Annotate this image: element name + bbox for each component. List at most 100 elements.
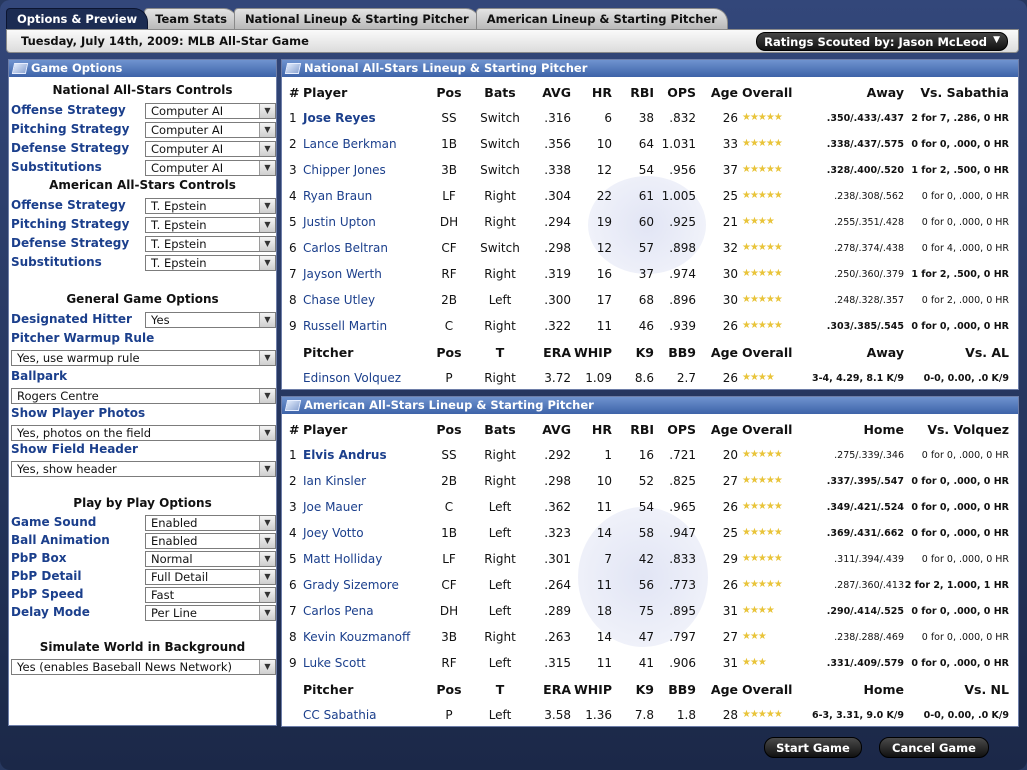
pbp-speed-dropdown[interactable]: Fast ▼ bbox=[145, 587, 276, 603]
al-player-hr: 1 bbox=[604, 448, 612, 462]
nl-player-age: 37 bbox=[722, 163, 738, 177]
nl-star-rating-icon: ★★★★★ bbox=[742, 242, 783, 253]
nl-player-name-link[interactable]: Ryan Braun bbox=[303, 189, 372, 203]
al-row-number: 3 bbox=[289, 500, 297, 514]
al-pitcher-vs: 0-0, 0.00, .0 K/9 bbox=[923, 710, 1009, 721]
chevron-down-icon: ▼ bbox=[993, 35, 1000, 45]
al-pitcher-name-link[interactable]: CC Sabathia bbox=[303, 708, 377, 722]
al-player-hr: 14 bbox=[596, 630, 612, 644]
chevron-down-icon: ▼ bbox=[259, 218, 275, 232]
game-options-panel: Game Options National All-Stars Controls… bbox=[8, 59, 277, 726]
al-star-rating-icon: ★★★★★ bbox=[742, 527, 783, 538]
nl-header-bats: Bats bbox=[484, 85, 516, 100]
game-sound-dropdown[interactable]: Enabled ▼ bbox=[145, 515, 276, 531]
nl-pitcher-name-link[interactable]: Edinson Volquez bbox=[303, 371, 401, 385]
national-defense-dropdown[interactable]: Computer AI ▼ bbox=[145, 141, 276, 157]
delay-mode-dropdown[interactable]: Per Line ▼ bbox=[145, 605, 276, 621]
al-player-name-link[interactable]: Kevin Kouzmanoff bbox=[303, 630, 410, 644]
warmup-rule-dropdown[interactable]: Yes, use warmup rule ▼ bbox=[11, 350, 276, 366]
nl-player-name-link[interactable]: Chipper Jones bbox=[303, 163, 386, 177]
nl-player-avg: .298 bbox=[544, 241, 571, 255]
pbp-box-dropdown[interactable]: Normal ▼ bbox=[145, 551, 276, 567]
nl-row-number: 2 bbox=[289, 137, 297, 151]
al-row-number: 8 bbox=[289, 630, 297, 644]
american-subs-dropdown[interactable]: T. Epstein ▼ bbox=[145, 255, 276, 271]
al-player-name-link[interactable]: Elvis Andrus bbox=[303, 448, 387, 462]
nl-star-rating-icon: ★★★★★ bbox=[742, 138, 783, 149]
nl-pitcher-throws: Right bbox=[484, 371, 516, 385]
al-header-overall: Overall bbox=[742, 422, 793, 437]
panel-icon bbox=[11, 63, 29, 74]
nl-player-age: 32 bbox=[722, 241, 738, 255]
al-pitcher-header-bb9: BB9 bbox=[668, 682, 696, 697]
designated-hitter-dropdown[interactable]: Yes ▼ bbox=[145, 312, 276, 328]
national-pitching-dropdown[interactable]: Computer AI ▼ bbox=[145, 122, 276, 138]
al-player-name-link[interactable]: Joey Votto bbox=[303, 526, 364, 540]
nl-player-ops: 1.005 bbox=[661, 189, 696, 203]
nl-player-bats: Switch bbox=[480, 163, 520, 177]
al-player-name-link[interactable]: Luke Scott bbox=[303, 656, 366, 670]
tab-national-lineup[interactable]: National Lineup & Starting Pitcher bbox=[233, 8, 480, 29]
nl-row-number: 4 bbox=[289, 189, 297, 203]
chevron-down-icon: ▼ bbox=[259, 104, 275, 118]
ratings-scout-dropdown[interactable]: Ratings Scouted by: Jason McLeod ▼ bbox=[756, 32, 1008, 51]
ball-animation-dropdown[interactable]: Enabled ▼ bbox=[145, 533, 276, 549]
field-header-dropdown[interactable]: Yes, show header ▼ bbox=[11, 461, 276, 477]
nl-player-name-link[interactable]: Chase Utley bbox=[303, 293, 375, 307]
nl-row-number: 5 bbox=[289, 215, 297, 229]
national-offense-dropdown[interactable]: Computer AI ▼ bbox=[145, 103, 276, 119]
nl-player-name-link[interactable]: Russell Martin bbox=[303, 319, 387, 333]
al-star-rating-icon: ★★★★★ bbox=[742, 553, 783, 564]
al-player-vs: 0 for 0, .000, 0 HR bbox=[911, 658, 1009, 669]
nl-pitcher-age: 26 bbox=[722, 371, 738, 385]
american-offense-dropdown[interactable]: T. Epstein ▼ bbox=[145, 198, 276, 214]
al-player-rbi: 75 bbox=[638, 604, 654, 618]
nl-pitcher-header-k9: K9 bbox=[635, 345, 654, 360]
nl-player-bats: Switch bbox=[480, 111, 520, 125]
ballpark-dropdown[interactable]: Rogers Centre ▼ bbox=[11, 388, 276, 404]
tab-american-lineup[interactable]: American Lineup & Starting Pitcher bbox=[475, 8, 728, 29]
chevron-down-icon: ▼ bbox=[259, 161, 275, 175]
national-offense-dropdown-value: Computer AI bbox=[151, 104, 224, 118]
al-player-ops: .797 bbox=[669, 630, 696, 644]
nl-player-bats: Right bbox=[484, 215, 516, 229]
national-lineup-title: National All-Stars Lineup & Starting Pit… bbox=[282, 60, 1018, 77]
nl-player-split: .338/.437/.575 bbox=[826, 139, 904, 150]
american-defense-dropdown[interactable]: T. Epstein ▼ bbox=[145, 236, 276, 252]
al-player-vs: 2 for 2, 1.000, 1 HR bbox=[904, 580, 1009, 591]
american-pitching-dropdown[interactable]: T. Epstein ▼ bbox=[145, 217, 276, 233]
al-player-name-link[interactable]: Grady Sizemore bbox=[303, 578, 399, 592]
nl-player-name-link[interactable]: Jose Reyes bbox=[303, 111, 376, 125]
national-subs-dropdown[interactable]: Computer AI ▼ bbox=[145, 160, 276, 176]
al-player-name-link[interactable]: Ian Kinsler bbox=[303, 474, 366, 488]
simulate-world-dropdown[interactable]: Yes (enables Baseball News Network) ▼ bbox=[11, 659, 276, 675]
al-player-name-link[interactable]: Carlos Pena bbox=[303, 604, 374, 618]
al-player-age: 25 bbox=[722, 526, 738, 540]
nl-header-vs: Vs. Sabathia bbox=[920, 85, 1009, 100]
pbp-detail-label: PbP Detail bbox=[11, 569, 82, 583]
nl-player-name-link[interactable]: Jayson Werth bbox=[303, 267, 382, 281]
nl-star-rating-icon: ★★★★★ bbox=[742, 190, 783, 201]
nl-player-bats: Right bbox=[484, 267, 516, 281]
tab-team-stats[interactable]: Team Stats bbox=[144, 8, 238, 29]
pbp-detail-dropdown[interactable]: Full Detail ▼ bbox=[145, 569, 276, 585]
nl-player-ops: .925 bbox=[669, 215, 696, 229]
al-player-bats: Right bbox=[484, 448, 516, 462]
pbp-detail-dropdown-value: Full Detail bbox=[151, 570, 209, 584]
al-player-rbi: 56 bbox=[638, 578, 654, 592]
chevron-down-icon: ▼ bbox=[259, 606, 275, 620]
nl-player-name-link[interactable]: Carlos Beltran bbox=[303, 241, 388, 255]
cancel-game-button[interactable]: Cancel Game bbox=[879, 737, 989, 758]
start-game-button[interactable]: Start Game bbox=[764, 737, 862, 758]
nl-player-age: 25 bbox=[722, 189, 738, 203]
al-player-name-link[interactable]: Matt Holliday bbox=[303, 552, 382, 566]
nl-player-name-link[interactable]: Lance Berkman bbox=[303, 137, 397, 151]
al-header-avg: AVG bbox=[542, 422, 571, 437]
tab-options-preview[interactable]: Options & Preview bbox=[6, 8, 149, 29]
nl-row-number: 7 bbox=[289, 267, 297, 281]
nl-star-rating-icon: ★★★★★ bbox=[742, 294, 783, 305]
nl-player-name-link[interactable]: Justin Upton bbox=[303, 215, 376, 229]
player-photos-dropdown[interactable]: Yes, photos on the field ▼ bbox=[11, 425, 276, 441]
nl-player-rbi: 57 bbox=[638, 241, 654, 255]
al-player-name-link[interactable]: Joe Mauer bbox=[303, 500, 363, 514]
